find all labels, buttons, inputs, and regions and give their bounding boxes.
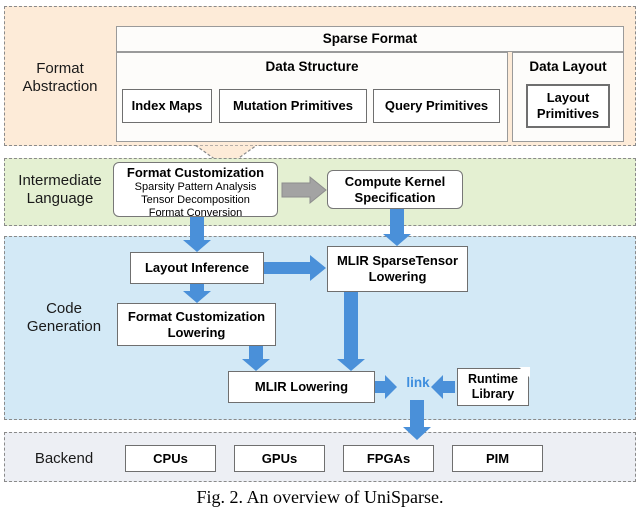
figure-caption: Fig. 2. An overview of UniSparse. — [196, 487, 444, 507]
arrow-layout-inference-to-mlir-sparsetensor — [264, 255, 326, 281]
arrow-link-to-backend — [403, 400, 431, 440]
arrow-format-customization-to-layout-inference — [183, 217, 211, 252]
arrow-layout-inference-to-format-customization-lowering — [183, 284, 211, 303]
arrow-layer — [183, 175, 455, 440]
arrow-runtime-library-to-link — [431, 375, 455, 399]
arrow-format-customization-to-compute-kernel — [281, 175, 327, 205]
arrow-mlir-sparsetensor-to-mlir-lowering — [337, 292, 365, 371]
arrow-mlir-lowering-to-link — [375, 375, 397, 399]
figure-canvas: Format Abstraction Sparse Format Data St… — [0, 0, 640, 522]
arrow-compute-kernel-to-mlir-sparsetensor — [383, 209, 411, 246]
arrow-format-customization-lowering-to-mlir-lowering — [242, 346, 270, 371]
